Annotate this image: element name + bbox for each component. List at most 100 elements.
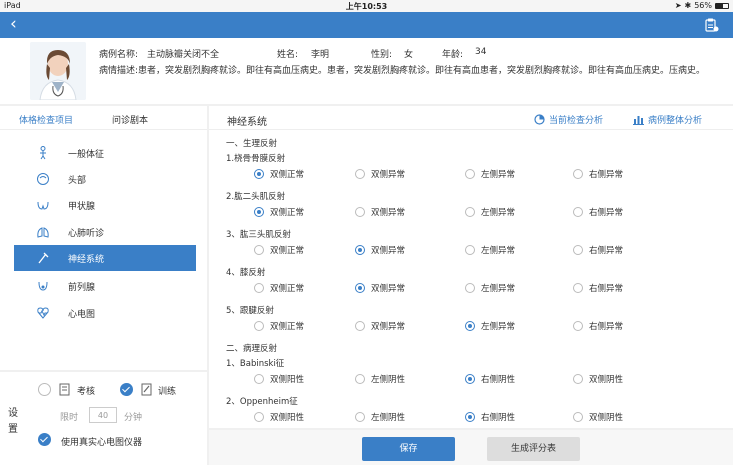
overall-analysis-label: 病例整体分析	[648, 116, 703, 126]
radio-circle[interactable]	[355, 412, 365, 422]
status-time: 上午10:53	[345, 2, 388, 11]
radio-label: 右侧异常	[589, 246, 624, 256]
radio-circle[interactable]	[355, 321, 365, 331]
radio-circle[interactable]	[573, 283, 583, 293]
train-radio[interactable]	[120, 383, 133, 396]
generate-score-button[interactable]: 生成评分表	[487, 437, 580, 461]
radio-circle[interactable]	[355, 169, 365, 179]
radio-circle[interactable]	[573, 374, 583, 384]
exam-form: 神经系统 当前检查分析 病例整体分析 一、生理反射 1.桡骨骨膜反射 双侧正常 双侧异…	[209, 106, 733, 428]
radio-circle[interactable]	[573, 207, 583, 217]
tab-inquiry-script[interactable]: 问诊剧本	[112, 113, 148, 126]
radio-circle[interactable]	[465, 412, 475, 422]
assess-radio[interactable]	[38, 383, 51, 396]
nav-item-label: 心电图	[68, 310, 96, 320]
action-bar: 保存 生成评分表	[209, 430, 733, 465]
current-analysis-link[interactable]: 当前检查分析	[534, 113, 603, 126]
radio-circle[interactable]	[573, 245, 583, 255]
ecg-icon	[37, 307, 49, 319]
back-button[interactable]: ‹	[10, 15, 17, 33]
radio-circle[interactable]	[254, 321, 264, 331]
status-bar: iPad 上午10:53 ➤ ✱ 56%	[0, 0, 733, 12]
settings-panel: 设置 考核 训练 限时 分钟 使用真实心电图仪器	[0, 372, 207, 465]
nav-item-label: 头部	[68, 176, 87, 186]
question-label: 2.肱二头肌反射	[226, 192, 286, 202]
radio-circle[interactable]	[465, 283, 475, 293]
desc-label: 病情描述:	[99, 66, 139, 76]
patient-name: 李明	[311, 50, 330, 60]
head-icon	[37, 173, 49, 185]
question-label: 2、Oppenheim征	[226, 397, 298, 407]
assess-label: 考核	[77, 387, 96, 397]
prostate-icon	[38, 281, 48, 291]
nav-item-label: 前列腺	[68, 283, 96, 293]
radio-label: 双侧正常	[270, 322, 305, 332]
radio-label: 双侧阳性	[270, 375, 305, 385]
radio-circle[interactable]	[254, 283, 264, 293]
radio-label: 右侧阴性	[481, 375, 516, 385]
nav-item-thyroid[interactable]: 甲状腺	[14, 192, 196, 218]
radio-circle[interactable]	[465, 245, 475, 255]
radio-circle[interactable]	[465, 374, 475, 384]
radio-label: 右侧异常	[589, 170, 624, 180]
time-suffix: 分钟	[124, 413, 143, 423]
real-ecg-label: 使用真实心电图仪器	[61, 438, 143, 448]
radio-label: 右侧异常	[589, 208, 624, 218]
clipboard-icon[interactable]	[705, 18, 719, 32]
patient-info: 病例名称: 主动脉瓣关闭不全 姓名: 李明 性别: 女 年龄: 34 病情描述:…	[0, 38, 733, 104]
radio-circle[interactable]	[573, 321, 583, 331]
question-label: 1、Babinski征	[226, 359, 285, 369]
radio-circle[interactable]	[254, 412, 264, 422]
body-icon	[40, 146, 46, 160]
time-limit-input[interactable]	[89, 407, 117, 423]
nav-bar: ‹	[0, 12, 733, 38]
question-label: 5、跟腱反射	[226, 306, 274, 316]
radio-circle[interactable]	[355, 374, 365, 384]
radio-circle[interactable]	[254, 245, 264, 255]
radio-circle[interactable]	[573, 169, 583, 179]
radio-label: 左侧异常	[481, 170, 516, 180]
radio-label: 双侧正常	[270, 246, 305, 256]
nav-item-prostate[interactable]: 前列腺	[14, 273, 196, 299]
battery-percent: 56%	[694, 1, 712, 10]
radio-label: 双侧阴性	[589, 375, 624, 385]
age-label: 年龄:	[442, 50, 464, 60]
radio-circle[interactable]	[573, 412, 583, 422]
nav-item-nerve[interactable]: 神经系统	[14, 245, 196, 271]
radio-circle[interactable]	[254, 374, 264, 384]
radio-circle[interactable]	[355, 245, 365, 255]
radio-circle[interactable]	[465, 169, 475, 179]
location-icon: ➤	[674, 1, 682, 10]
radio-label: 双侧正常	[270, 208, 305, 218]
radio-circle[interactable]	[355, 207, 365, 217]
battery-icon	[715, 2, 729, 9]
radio-label: 左侧异常	[481, 246, 516, 256]
radio-label: 左侧异常	[481, 208, 516, 218]
nav-item-label: 心肺听诊	[68, 229, 105, 239]
question-label: 1.桡骨骨膜反射	[226, 154, 286, 164]
nav-item-label: 神经系统	[68, 255, 105, 265]
nerve-icon	[38, 252, 49, 264]
nav-item-ecg[interactable]: 心电图	[14, 300, 196, 326]
time-prefix: 限时	[60, 413, 79, 423]
case-name: 主动脉瓣关闭不全	[147, 50, 220, 60]
pie-chart-icon	[534, 114, 545, 125]
radio-label: 双侧异常	[371, 246, 406, 256]
radio-circle[interactable]	[254, 207, 264, 217]
nav-item-body[interactable]: 一般体征	[14, 140, 196, 166]
radio-label: 双侧异常	[371, 322, 406, 332]
section-title: 神经系统	[227, 117, 267, 128]
radio-circle[interactable]	[254, 169, 264, 179]
radio-label: 双侧异常	[371, 284, 406, 294]
tab-physical-exam[interactable]: 体格检查项目	[19, 113, 73, 126]
real-ecg-checkbox[interactable]	[38, 433, 51, 446]
save-button[interactable]: 保存	[362, 437, 455, 461]
assess-icon	[59, 383, 70, 396]
section-heading: 一、生理反射	[226, 139, 278, 149]
nav-item-head[interactable]: 头部	[14, 166, 196, 192]
nav-item-lungs[interactable]: 心肺听诊	[14, 219, 196, 245]
radio-circle[interactable]	[465, 321, 475, 331]
radio-circle[interactable]	[355, 283, 365, 293]
overall-analysis-link[interactable]: 病例整体分析	[633, 113, 702, 126]
radio-circle[interactable]	[465, 207, 475, 217]
